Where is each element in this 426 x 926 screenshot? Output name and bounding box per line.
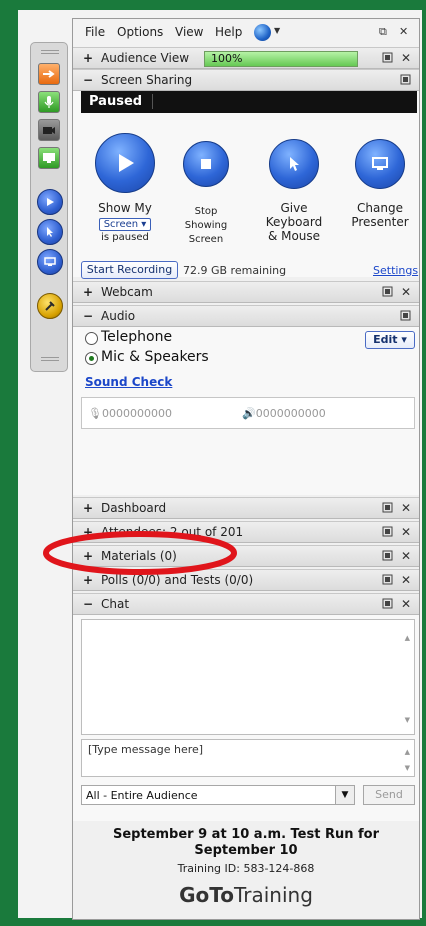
red-highlight-ellipse (43, 531, 237, 575)
highlight-annotation (43, 531, 237, 575)
